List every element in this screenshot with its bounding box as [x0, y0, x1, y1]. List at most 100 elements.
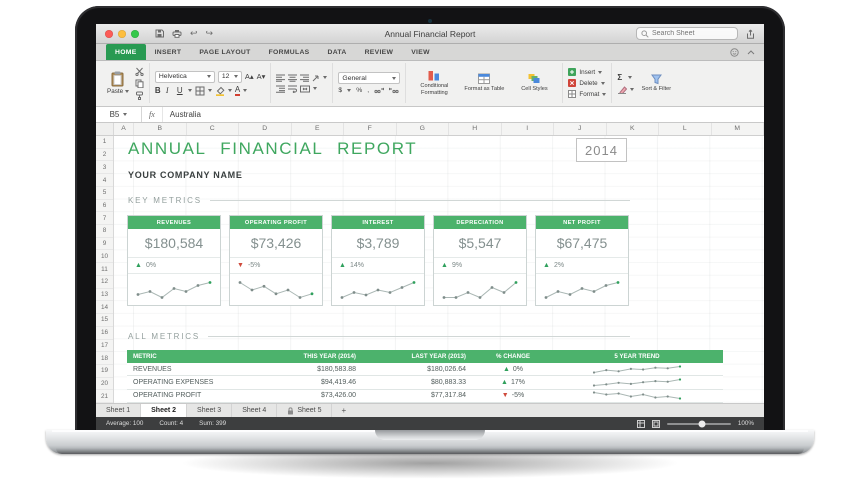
- format-cells-button[interactable]: Format: [568, 90, 607, 98]
- page-layout-view-icon[interactable]: [651, 419, 660, 428]
- save-icon[interactable]: [155, 29, 164, 38]
- column-header-d[interactable]: D: [239, 123, 292, 135]
- row-header-1[interactable]: 1: [96, 136, 113, 149]
- name-box[interactable]: B5: [96, 107, 142, 122]
- share-icon[interactable]: [746, 29, 755, 39]
- bold-button[interactable]: B: [155, 86, 163, 96]
- row-header-19[interactable]: 19: [96, 365, 113, 378]
- accounting-format-button[interactable]: $: [338, 87, 342, 94]
- sheet-tab-5[interactable]: Sheet 5: [277, 404, 333, 417]
- decrease-font-icon[interactable]: A▾: [257, 72, 266, 81]
- decrease-decimal-icon[interactable]: [389, 87, 399, 94]
- row-header-9[interactable]: 9: [96, 238, 113, 251]
- row-header-2[interactable]: 2: [96, 149, 113, 162]
- delete-cells-button[interactable]: Delete: [568, 79, 606, 87]
- autosum-button[interactable]: Σ: [617, 73, 625, 83]
- tab-review[interactable]: REVIEW: [356, 44, 403, 60]
- italic-button[interactable]: I: [166, 86, 174, 96]
- cell-styles-button[interactable]: Cell Styles: [511, 73, 557, 92]
- formula-input[interactable]: Australia: [163, 110, 201, 119]
- align-right-icon[interactable]: [300, 74, 310, 82]
- row-header-6[interactable]: 6: [96, 200, 113, 213]
- redo-icon[interactable]: ↪: [206, 29, 214, 38]
- close-window-button[interactable]: [105, 29, 113, 38]
- row-header-3[interactable]: 3: [96, 161, 113, 175]
- column-header-g[interactable]: G: [397, 123, 449, 135]
- column-header-a[interactable]: A: [114, 123, 134, 135]
- cut-icon[interactable]: [135, 67, 144, 76]
- column-header-m[interactable]: M: [712, 123, 764, 135]
- clear-eraser-icon[interactable]: [617, 85, 628, 94]
- font-color-button[interactable]: A: [234, 85, 241, 96]
- sheet-canvas[interactable]: ANNUAL FINANCIAL REPORT 2014 YOUR COMPAN…: [114, 136, 764, 403]
- increase-decimal-icon[interactable]: [374, 87, 385, 94]
- conditional-formatting-button[interactable]: Conditional Formatting: [411, 70, 457, 96]
- tab-data[interactable]: DATA: [319, 44, 356, 60]
- column-header-i[interactable]: I: [502, 123, 554, 135]
- row-header-5[interactable]: 5: [96, 187, 113, 200]
- font-size-select[interactable]: 12: [217, 70, 242, 83]
- tab-home[interactable]: HOME: [106, 44, 146, 60]
- copy-icon[interactable]: [135, 79, 144, 88]
- collapse-ribbon-icon[interactable]: [747, 49, 755, 55]
- row-header-17[interactable]: 17: [96, 340, 113, 353]
- zoom-slider[interactable]: [666, 420, 731, 427]
- row-header-7[interactable]: 7: [96, 212, 113, 226]
- row-header-21[interactable]: 21: [96, 390, 113, 404]
- tab-page-layout[interactable]: PAGE LAYOUT: [190, 44, 259, 60]
- search-box[interactable]: [636, 27, 738, 40]
- tab-insert[interactable]: INSERT: [146, 44, 191, 60]
- format-painter-icon[interactable]: [135, 91, 144, 100]
- add-sheet-button[interactable]: +: [332, 404, 355, 417]
- row-header-18[interactable]: 18: [96, 352, 113, 365]
- column-header-e[interactable]: E: [292, 123, 344, 135]
- row-header-15[interactable]: 15: [96, 314, 113, 327]
- row-header-12[interactable]: 12: [96, 276, 113, 289]
- fill-color-icon[interactable]: [215, 86, 225, 96]
- undo-icon[interactable]: ↩: [190, 29, 198, 38]
- row-header-4[interactable]: 4: [96, 174, 113, 187]
- paste-button[interactable]: Paste: [105, 71, 131, 95]
- tab-view[interactable]: VIEW: [402, 44, 439, 60]
- insert-cells-button[interactable]: Insert: [568, 68, 606, 76]
- row-header-20[interactable]: 20: [96, 378, 113, 391]
- row-header-14[interactable]: 14: [96, 301, 113, 315]
- indent-decrease-icon[interactable]: [276, 85, 286, 93]
- zoom-slider-knob[interactable]: [698, 420, 706, 427]
- row-header-16[interactable]: 16: [96, 327, 113, 340]
- align-center-icon[interactable]: [288, 74, 298, 82]
- number-format-select[interactable]: General: [338, 72, 401, 84]
- format-as-table-button[interactable]: Format as Table: [461, 73, 507, 92]
- minimize-window-button[interactable]: [118, 29, 126, 38]
- merge-center-icon[interactable]: [300, 85, 311, 93]
- align-left-icon[interactable]: [276, 74, 286, 82]
- column-header-h[interactable]: H: [449, 123, 502, 135]
- row-header-13[interactable]: 13: [96, 289, 113, 302]
- row-header-11[interactable]: 11: [96, 263, 113, 276]
- column-header-l[interactable]: L: [659, 123, 712, 135]
- comma-style-button[interactable]: ,: [367, 87, 369, 94]
- select-all-corner[interactable]: [96, 123, 114, 135]
- print-icon[interactable]: [172, 29, 182, 38]
- percent-style-button[interactable]: %: [356, 87, 362, 94]
- zoom-window-button[interactable]: [131, 29, 139, 38]
- sheet-tab-3[interactable]: Sheet 3: [187, 404, 233, 417]
- column-header-k[interactable]: K: [607, 123, 659, 135]
- insert-function-icon[interactable]: fx: [142, 107, 163, 122]
- underline-button[interactable]: U: [177, 86, 185, 96]
- column-header-c[interactable]: C: [187, 123, 239, 135]
- sheet-tab-4[interactable]: Sheet 4: [232, 404, 278, 417]
- increase-font-icon[interactable]: A▴: [245, 72, 254, 81]
- feedback-smiley-icon[interactable]: [730, 47, 739, 57]
- borders-icon[interactable]: [195, 86, 205, 96]
- font-name-select[interactable]: Helvetica: [154, 70, 215, 83]
- column-header-j[interactable]: J: [554, 123, 607, 135]
- row-header-8[interactable]: 8: [96, 225, 113, 238]
- normal-view-icon[interactable]: [636, 419, 645, 428]
- column-header-b[interactable]: B: [134, 123, 187, 135]
- tab-formulas[interactable]: FORMULAS: [260, 44, 319, 60]
- column-header-f[interactable]: F: [344, 123, 397, 135]
- wrap-text-icon[interactable]: [288, 85, 298, 93]
- sheet-tab-1[interactable]: Sheet 1: [96, 404, 142, 417]
- orientation-icon[interactable]: [312, 74, 320, 82]
